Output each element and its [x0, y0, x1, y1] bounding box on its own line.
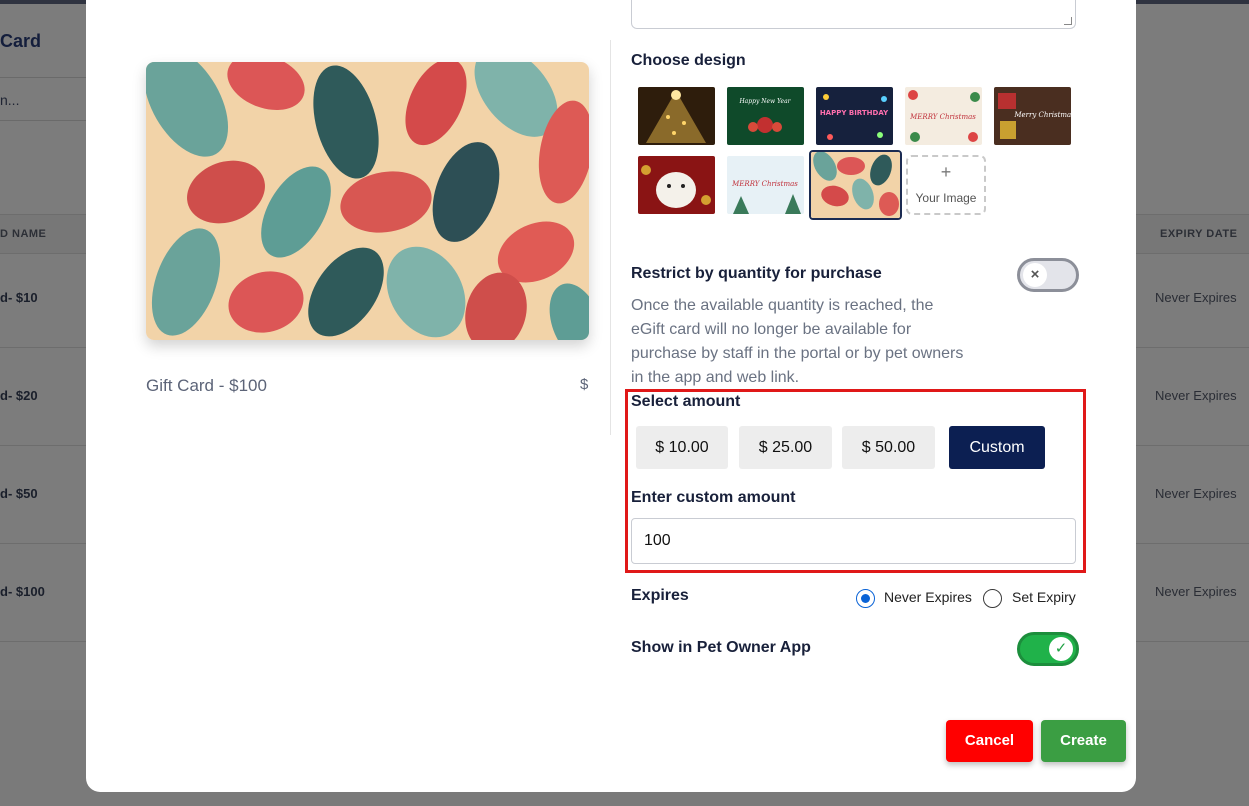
design-merry-christmas-gifts[interactable]: Merry Christmas! — [994, 87, 1071, 145]
design-text: MERRY Christmas — [731, 180, 798, 188]
column-header-expiry: EXPIRY DATE — [1160, 228, 1238, 240]
leaf-pattern-illustration — [146, 62, 589, 340]
happy-birthday-image: HAPPY BIRTHDAY — [816, 87, 893, 145]
row-name: d- $20 — [0, 388, 38, 403]
row-expiry: Never Expires — [1155, 584, 1237, 599]
design-text: Merry Christmas! — [1013, 111, 1071, 119]
description-textarea[interactable] — [631, 0, 1076, 29]
preview-card-price: $ — [580, 376, 589, 393]
create-button[interactable]: Create — [1041, 720, 1126, 762]
check-icon: ✓ — [1049, 637, 1073, 661]
preview-card-name: Gift Card - $100 — [146, 376, 267, 395]
row-name: d- $100 — [0, 584, 45, 599]
leaf-pattern-thumb-image — [811, 152, 900, 218]
restrict-quantity-toggle[interactable]: × — [1017, 258, 1079, 292]
merry-christmas-cookies-image: MERRY Christmas — [905, 87, 982, 145]
your-image-label: Your Image — [915, 191, 977, 205]
amount-25-button[interactable]: $ 25.00 — [739, 426, 832, 469]
never-expires-label[interactable]: Never Expires — [884, 589, 972, 605]
plus-icon: + — [940, 162, 952, 182]
amount-10-button[interactable]: $ 10.00 — [636, 426, 728, 469]
amount-50-button[interactable]: $ 50.00 — [842, 426, 935, 469]
show-in-app-label: Show in Pet Owner App — [631, 639, 811, 656]
amount-custom-button[interactable]: Custom — [949, 426, 1045, 469]
design-merry-christmas-snow[interactable]: MERRY Christmas — [727, 156, 804, 214]
page-title: Card — [0, 31, 42, 51]
merry-christmas-snow-image: MERRY Christmas — [727, 156, 804, 214]
design-grid: Happy New Year HAPPY BIRTHDAY MERRY Chri… — [631, 81, 1081, 221]
column-divider — [610, 40, 611, 435]
show-in-app-toggle[interactable]: ✓ — [1017, 632, 1079, 666]
design-christmas-dog[interactable] — [638, 156, 715, 214]
design-happy-new-year[interactable]: Happy New Year — [727, 87, 804, 145]
row-expiry: Never Expires — [1155, 290, 1237, 305]
set-expiry-label[interactable]: Set Expiry — [1012, 589, 1076, 605]
christmas-dog-image — [638, 156, 715, 214]
design-text: Happy New Year — [738, 98, 791, 105]
restrict-quantity-label: Restrict by quantity for purchase — [631, 265, 882, 282]
row-name: d- $50 — [0, 486, 38, 501]
cancel-button[interactable]: Cancel — [946, 720, 1033, 762]
column-header-name: D NAME — [0, 228, 47, 240]
never-expires-radio[interactable] — [856, 589, 875, 608]
search-input[interactable]: n... — [0, 77, 90, 121]
design-merry-christmas-cookies[interactable]: MERRY Christmas — [905, 87, 982, 145]
happy-new-year-image: Happy New Year — [727, 87, 804, 145]
close-icon: × — [1023, 263, 1047, 287]
row-expiry: Never Expires — [1155, 486, 1237, 501]
christmas-tree-image — [638, 87, 715, 145]
row-name: d- $10 — [0, 290, 38, 305]
design-leaf-pattern[interactable] — [809, 150, 902, 220]
custom-amount-input[interactable]: 100 — [631, 518, 1076, 564]
design-happy-birthday[interactable]: HAPPY BIRTHDAY — [816, 87, 893, 145]
merry-christmas-gifts-image: Merry Christmas! — [994, 87, 1071, 145]
resize-grip-icon[interactable] — [1064, 17, 1072, 25]
design-text: HAPPY BIRTHDAY — [820, 109, 889, 117]
expires-label: Expires — [631, 587, 689, 604]
gift-card-preview-image — [146, 62, 589, 340]
custom-amount-label: Enter custom amount — [631, 489, 796, 506]
select-amount-label: Select amount — [631, 393, 741, 410]
restrict-quantity-help: Once the available quantity is reached, … — [631, 297, 964, 386]
set-expiry-radio[interactable] — [983, 589, 1002, 608]
create-gift-card-modal: Gift Card - $100 $ Choose design Happy N… — [86, 0, 1136, 792]
design-christmas-tree-lights[interactable] — [638, 87, 715, 145]
upload-your-image-button[interactable]: + Your Image — [906, 155, 986, 215]
row-expiry: Never Expires — [1155, 388, 1237, 403]
design-text: MERRY Christmas — [909, 113, 976, 121]
choose-design-label: Choose design — [631, 52, 746, 69]
